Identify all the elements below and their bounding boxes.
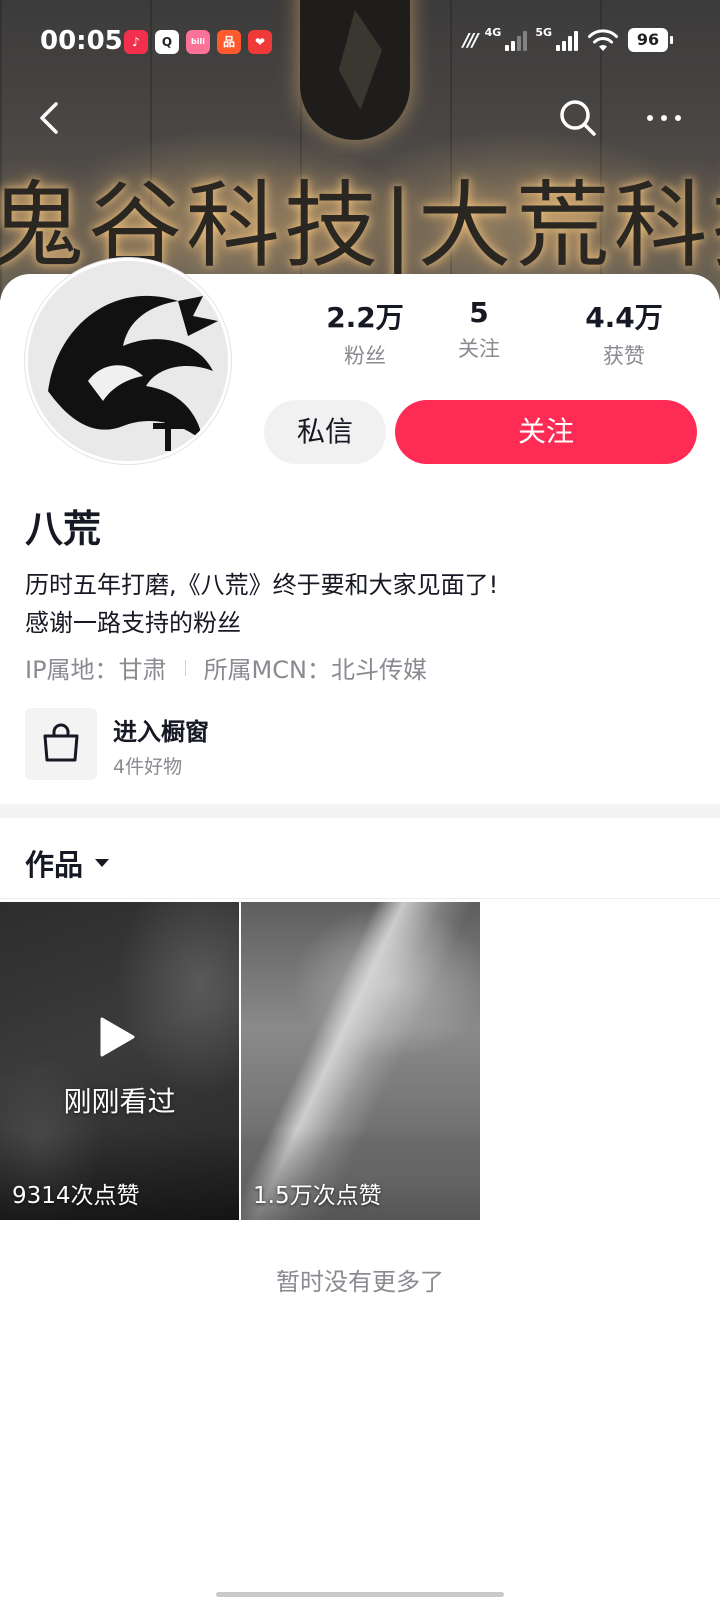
xiaohongshu-icon: 品 — [217, 30, 241, 54]
signal-4g-icon — [505, 29, 528, 51]
recently-viewed-label: 刚刚看过 — [63, 1085, 176, 1118]
message-button[interactable]: 私信 — [264, 400, 386, 464]
shop-subtitle: 4件好物 — [113, 756, 183, 778]
video-likes: 9314次点赞 — [12, 1183, 140, 1209]
status-time: 00:05 — [40, 26, 123, 56]
battery-icon: 96 — [628, 28, 673, 52]
ip-location: IP属地：甘肃 — [25, 656, 167, 684]
net-4g-label: 4G — [484, 26, 502, 39]
meta-divider — [184, 659, 186, 676]
search-icon[interactable] — [556, 96, 600, 140]
stat-label: 关注 — [458, 337, 500, 361]
avatar[interactable] — [25, 258, 231, 464]
stat-following[interactable]: 5 关注 — [409, 296, 549, 363]
wifi-icon — [588, 29, 618, 51]
profile-bio: 历时五年打磨,《八荒》终于要和大家见面了! 感谢一路支持的粉丝 — [25, 566, 498, 642]
qq-icon: Q — [155, 30, 179, 54]
more-options-icon[interactable] — [642, 96, 686, 140]
back-arrow-icon[interactable] — [30, 96, 70, 140]
shop-icon-box — [25, 708, 97, 780]
mcn-info[interactable]: 所属MCN：北斗传媒 — [204, 650, 427, 685]
bio-line: 感谢一路支持的粉丝 — [25, 609, 241, 637]
profile-meta: IP属地：甘肃 所属MCN：北斗传媒 — [25, 650, 427, 685]
shop-title: 进入橱窗 — [113, 718, 209, 746]
notification-icons: ♪ Qbili 品 ❤ — [124, 30, 272, 54]
video-tile[interactable]: 1.5万次点赞 — [241, 902, 480, 1220]
signal-5g-icon — [556, 29, 578, 51]
no-more-note: 暂时没有更多了 — [276, 1268, 444, 1296]
douyin-icon: ♪ — [124, 30, 148, 54]
play-icon — [100, 1017, 135, 1057]
video-tile[interactable]: 刚刚看过 9314次点赞 — [0, 902, 239, 1220]
stat-value: 4.4万 — [585, 301, 663, 334]
bilibili-icon: bili — [186, 30, 210, 54]
follow-button[interactable]: 关注 — [395, 400, 697, 464]
stat-label: 获赞 — [603, 344, 645, 368]
profile-name: 八荒 — [25, 507, 102, 551]
shopping-bag-icon — [43, 723, 79, 762]
shop-window-entry[interactable]: 进入橱窗 4件好物 — [25, 708, 445, 782]
nfc-icon: /// — [462, 29, 479, 51]
tab-works[interactable]: 作品 — [25, 842, 110, 884]
section-divider — [0, 804, 720, 818]
system-icons: /// 4G 5G 96 — [462, 26, 673, 53]
tab-works-label: 作品 — [25, 848, 84, 882]
net-5g-label: 5G — [535, 26, 552, 39]
home-indicator[interactable] — [216, 1592, 504, 1597]
video-likes: 1.5万次点赞 — [253, 1183, 382, 1209]
caret-down-icon — [95, 859, 110, 867]
stat-value: 5 — [469, 296, 489, 329]
status-bar: 00:05 ♪ Qbili 品 ❤ /// 4G 5G 96 — [0, 0, 720, 84]
tab-divider — [0, 898, 720, 899]
bio-line: 历时五年打磨,《八荒》终于要和大家见面了! — [25, 571, 499, 599]
dragon-avatar-image — [28, 261, 228, 461]
stat-likes[interactable]: 4.4万 获赞 — [554, 296, 694, 370]
taobao-icon: ❤ — [248, 30, 272, 54]
